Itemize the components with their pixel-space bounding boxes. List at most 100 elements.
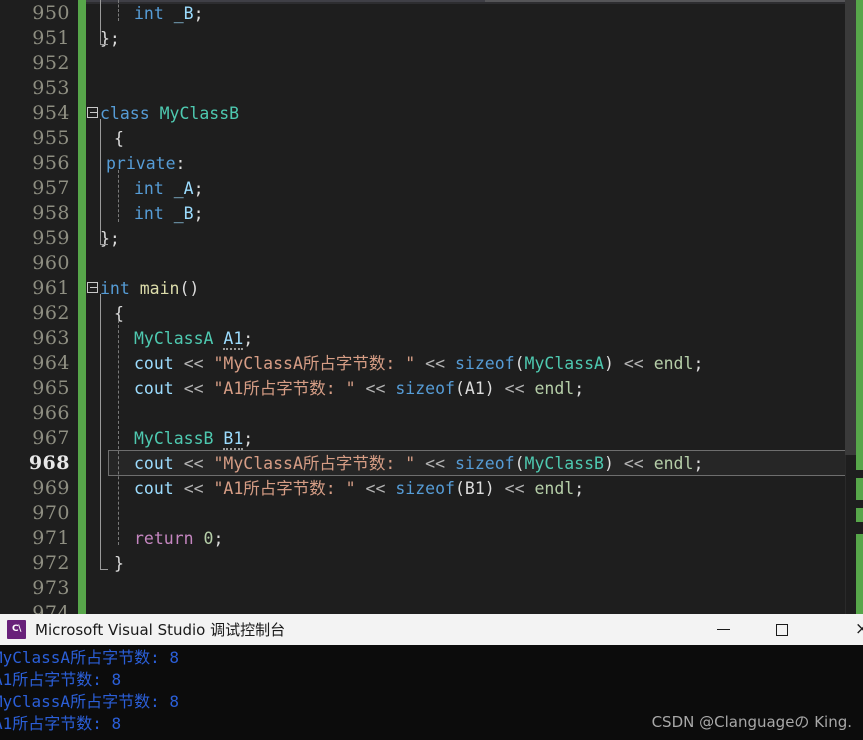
code-line[interactable]: MyClassB B1;	[86, 426, 845, 451]
code-line[interactable]: int main()	[86, 276, 845, 301]
code-token: "A1所占字节数: "	[213, 379, 356, 398]
code-editor[interactable]: 950 951 952 953 954 955 956 957 958 959 960 961 962 9…	[0, 0, 863, 614]
code-line[interactable]	[86, 576, 845, 601]
code-line[interactable]	[86, 76, 845, 101]
code-token: sizeof	[395, 379, 455, 398]
code-line[interactable]	[86, 401, 845, 426]
code-text-area[interactable]: int _B;}; class MyClassB{private: int _A; i…	[86, 0, 845, 614]
code-line[interactable]	[86, 51, 845, 76]
code-token: cout	[134, 454, 174, 473]
code-line-text: };	[100, 26, 120, 51]
code-line[interactable]: MyClassA A1;	[86, 326, 845, 351]
code-line-text: cout << "MyClassA所占字节数: " << sizeof(MyCl…	[134, 351, 703, 376]
line-number: 955	[32, 127, 70, 149]
code-line[interactable]	[86, 251, 845, 276]
code-line[interactable]: }	[86, 551, 845, 576]
code-token: ;	[193, 4, 204, 23]
collapse-toggle-main[interactable]	[87, 282, 98, 293]
code-line[interactable]: cout << "A1所占字节数: " << sizeof(B1) << end…	[86, 476, 845, 501]
maximize-icon	[776, 623, 788, 636]
code-token: int	[100, 279, 130, 298]
code-line-text: {	[114, 126, 124, 151]
code-token: (	[514, 454, 525, 473]
code-token: B1	[464, 479, 485, 498]
minimize-button[interactable]	[700, 614, 746, 645]
code-line[interactable]: int _B;	[86, 201, 845, 226]
collapse-toggle-classB[interactable]	[87, 107, 98, 118]
code-line-text: cout << "MyClassA所占字节数: " << sizeof(MyCl…	[134, 451, 703, 476]
code-line[interactable]: class MyClassB	[86, 101, 845, 126]
code-line-text: int _A;	[134, 176, 204, 201]
scrollbar-change-marker	[856, 478, 863, 500]
line-number: 956	[32, 152, 70, 174]
code-line[interactable]: int _A;	[86, 176, 845, 201]
line-number: 950	[32, 2, 70, 24]
code-token: "MyClassA所占字节数: "	[213, 354, 416, 373]
code-token: (	[514, 354, 525, 373]
code-line[interactable]: private:	[86, 151, 845, 176]
scrollbar-thumb[interactable]	[845, 0, 856, 455]
code-line-text: int _B;	[134, 201, 204, 226]
code-line[interactable]	[86, 601, 845, 614]
fold-guide-classB	[100, 119, 101, 244]
code-line[interactable]: {	[86, 301, 845, 326]
line-number: 969	[32, 477, 70, 499]
maximize-button[interactable]	[759, 614, 805, 645]
code-token: _A	[173, 179, 194, 198]
code-line[interactable]: int _B;	[86, 1, 845, 26]
vertical-scrollbar[interactable]	[845, 0, 863, 614]
code-line[interactable]: {	[86, 126, 845, 151]
code-line-text: MyClassB B1;	[134, 426, 253, 451]
line-number: 954	[32, 102, 70, 124]
change-indicator-bar	[78, 0, 86, 614]
code-token: <<	[425, 354, 446, 373]
close-button[interactable]: ×	[839, 614, 863, 645]
code-line[interactable]: return 0;	[86, 526, 845, 551]
fold-elbow-classA	[100, 44, 108, 45]
line-number: 965	[32, 377, 70, 399]
code-token: (	[454, 379, 465, 398]
code-line[interactable]: };	[86, 26, 845, 51]
code-token: cout	[134, 479, 174, 498]
code-token: :	[175, 154, 186, 173]
code-line-text: };	[100, 226, 120, 251]
code-line[interactable]: cout << "MyClassA所占字节数: " << sizeof(MyCl…	[86, 351, 845, 376]
scrollbar-change-marker	[856, 0, 863, 470]
line-number-gutter: 950 951 952 953 954 955 956 957 958 959 960 961 962 9…	[0, 0, 78, 614]
line-number: 962	[32, 302, 70, 324]
code-token: A1	[464, 379, 485, 398]
code-token: }	[114, 554, 124, 573]
code-line-text: cout << "A1所占字节数: " << sizeof(A1) << end…	[134, 376, 584, 401]
console-title-bar[interactable]: C\ Microsoft Visual Studio 调试控制台 ×	[0, 614, 863, 645]
code-line[interactable]: cout << "MyClassA所占字节数: " << sizeof(MyCl…	[86, 451, 845, 476]
code-line[interactable]: };	[86, 226, 845, 251]
code-line[interactable]	[86, 501, 845, 526]
console-output-line: A1所占字节数: 8	[0, 670, 122, 689]
code-token: endl	[534, 479, 575, 498]
scrollbar-change-marker	[856, 508, 863, 522]
line-number: 966	[32, 402, 70, 424]
code-token: _B	[173, 204, 194, 223]
fold-elbow-main	[100, 569, 108, 570]
code-token: sizeof	[454, 354, 515, 373]
code-token: endl	[534, 379, 575, 398]
console-window[interactable]: C\ Microsoft Visual Studio 调试控制台 × MyCla…	[0, 614, 863, 740]
code-line[interactable]: cout << "A1所占字节数: " << sizeof(A1) << end…	[86, 376, 845, 401]
